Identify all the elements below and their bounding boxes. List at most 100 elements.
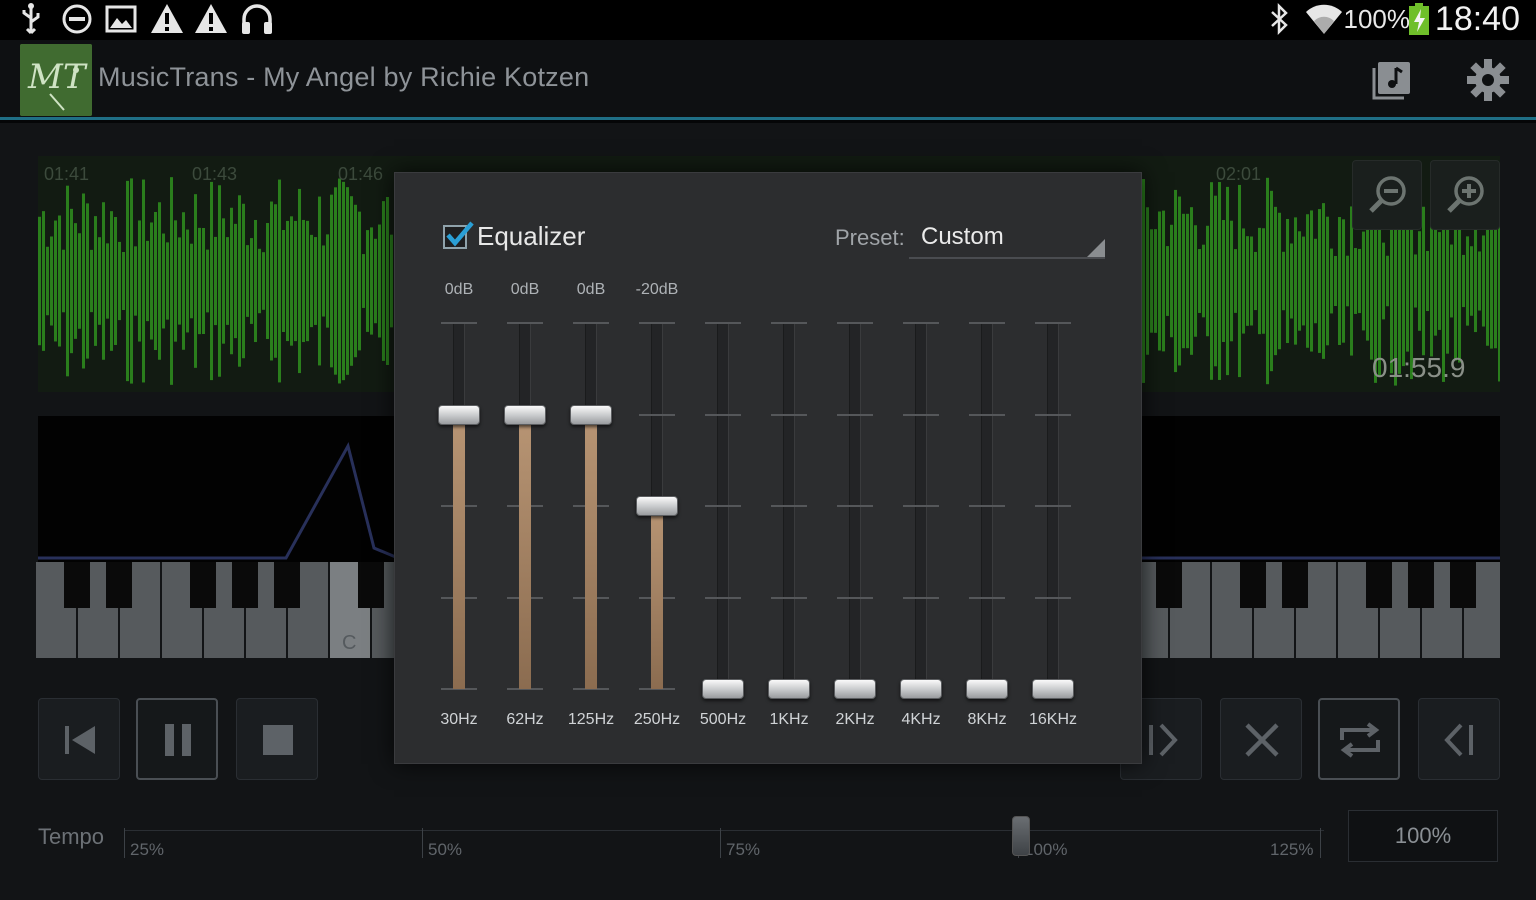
equalizer-dialog: Equalizer Preset: Custom 0dB 30Hz 0dB 62Hz 0… (394, 172, 1142, 764)
band-thumb[interactable] (900, 679, 942, 699)
band-thumb[interactable] (966, 679, 1008, 699)
music-library-icon[interactable] (1370, 58, 1414, 102)
loop-button[interactable] (1318, 698, 1400, 780)
skip-previous-icon (65, 726, 95, 754)
eq-band-slider[interactable]: 2KHz (825, 277, 885, 737)
band-tick (969, 413, 1005, 416)
band-thumb[interactable] (768, 679, 810, 699)
equalizer-label: Equalizer (477, 221, 586, 251)
eq-band-slider[interactable]: 16KHz (1023, 277, 1083, 737)
zoom-out-icon (1369, 176, 1406, 213)
clear-button[interactable] (1220, 698, 1302, 780)
zoom-in-button[interactable] (1430, 160, 1500, 230)
band-thumb[interactable] (438, 404, 480, 425)
eq-band-slider[interactable]: -20dB 250Hz (627, 277, 687, 737)
key-label: C (342, 632, 357, 654)
band-tick (903, 596, 939, 599)
bluetooth-icon (1271, 2, 1288, 36)
eq-band-slider[interactable]: 8KHz (957, 277, 1017, 737)
wifi-icon (1306, 4, 1342, 35)
band-tick (441, 322, 477, 324)
zoom-out-button[interactable] (1352, 160, 1422, 230)
image-icon (105, 5, 137, 33)
tempo-thumb[interactable] (1012, 816, 1030, 856)
band-tick (837, 413, 873, 416)
band-tick (771, 413, 807, 416)
band-db-label: 0dB (510, 281, 540, 298)
band-thumb[interactable] (504, 404, 546, 425)
eq-band-slider[interactable]: 0dB 125Hz (561, 277, 621, 737)
band-tick (903, 413, 939, 416)
zoom-in-icon (1447, 176, 1484, 213)
waveform-time-label: 01:41 (44, 164, 90, 184)
eq-band-slider[interactable]: 1KHz (759, 277, 819, 737)
action-bar: MT MusicTrans - My Angel by Richie Kotze… (0, 40, 1536, 120)
waveform-time-label: 02:01 (1216, 164, 1262, 184)
band-frequency-label: 2KHz (835, 711, 875, 728)
band-fill (585, 414, 597, 689)
band-fill (651, 506, 663, 689)
headphones-icon (242, 4, 272, 34)
band-thumb[interactable] (570, 404, 612, 425)
app-logo[interactable]: MT (20, 44, 92, 116)
usb-icon (22, 3, 40, 35)
equalizer-checkbox[interactable] (443, 221, 474, 249)
tempo-tick (720, 828, 721, 858)
preset-label: Preset: (835, 225, 905, 250)
preset-dropdown[interactable]: Custom (909, 217, 1105, 259)
band-tick (969, 322, 1005, 324)
band-tick (771, 322, 807, 324)
checkmark-icon (446, 221, 474, 247)
eq-band-slider[interactable]: 500Hz (693, 277, 753, 737)
eq-band-slider[interactable]: 0dB 62Hz (495, 277, 555, 737)
settings-gear-icon[interactable] (1466, 58, 1510, 102)
mark-out-button[interactable] (1418, 698, 1500, 780)
band-tick (771, 505, 807, 507)
band-tick (837, 596, 873, 599)
stop-button[interactable] (236, 698, 318, 780)
tempo-value[interactable]: 100% (1348, 810, 1498, 862)
band-frequency-label: 4KHz (901, 711, 941, 728)
status-bar: 100% 18:40 (0, 0, 1536, 40)
logo-text: MT (27, 57, 88, 97)
eq-band-slider[interactable]: 4KHz (891, 277, 951, 737)
skip-previous-button[interactable] (38, 698, 120, 780)
pause-button[interactable] (136, 698, 218, 780)
band-thumb[interactable] (702, 679, 744, 699)
band-frequency-label: 1KHz (769, 711, 809, 728)
band-tick (705, 596, 741, 599)
tempo-tick-label: 50% (428, 840, 463, 859)
band-tick (969, 505, 1005, 507)
band-frequency-label: 125Hz (567, 711, 615, 728)
warning-icon (151, 4, 183, 33)
tempo-tick-label: 25% (130, 840, 165, 859)
band-tick (1035, 413, 1071, 416)
eq-band-slider[interactable]: 0dB 30Hz (429, 277, 489, 737)
band-tick (903, 322, 939, 324)
app-title: MusicTrans - My Angel by Richie Kotzen (98, 62, 590, 92)
band-thumb[interactable] (834, 679, 876, 699)
battery-percent: 100% (1343, 4, 1411, 34)
waveform-time-label: 01:43 (192, 164, 238, 184)
loop-icon (1340, 722, 1380, 758)
warning-icon (195, 4, 227, 33)
pause-icon (165, 724, 191, 756)
mark-out-icon (1444, 723, 1473, 757)
band-tick (771, 596, 807, 599)
band-fill (453, 414, 465, 689)
band-tick (1035, 596, 1071, 599)
band-tick (639, 413, 675, 416)
band-frequency-label: 62Hz (506, 711, 544, 728)
band-thumb[interactable] (1032, 679, 1074, 699)
battery-charging-icon (1409, 3, 1429, 35)
tempo-tick (422, 828, 423, 858)
tempo-tick-label: 100% (1024, 840, 1068, 859)
tempo-slider[interactable]: 25% 50% 75% 100% 125% (124, 816, 1324, 859)
do-not-disturb-icon (62, 4, 92, 34)
band-tick (507, 322, 543, 324)
band-tick (1035, 505, 1071, 507)
dropdown-arrow-icon (1087, 239, 1105, 257)
band-db-label: 0dB (444, 281, 474, 298)
band-db-label: -20dB (635, 281, 679, 298)
band-thumb[interactable] (636, 496, 678, 516)
